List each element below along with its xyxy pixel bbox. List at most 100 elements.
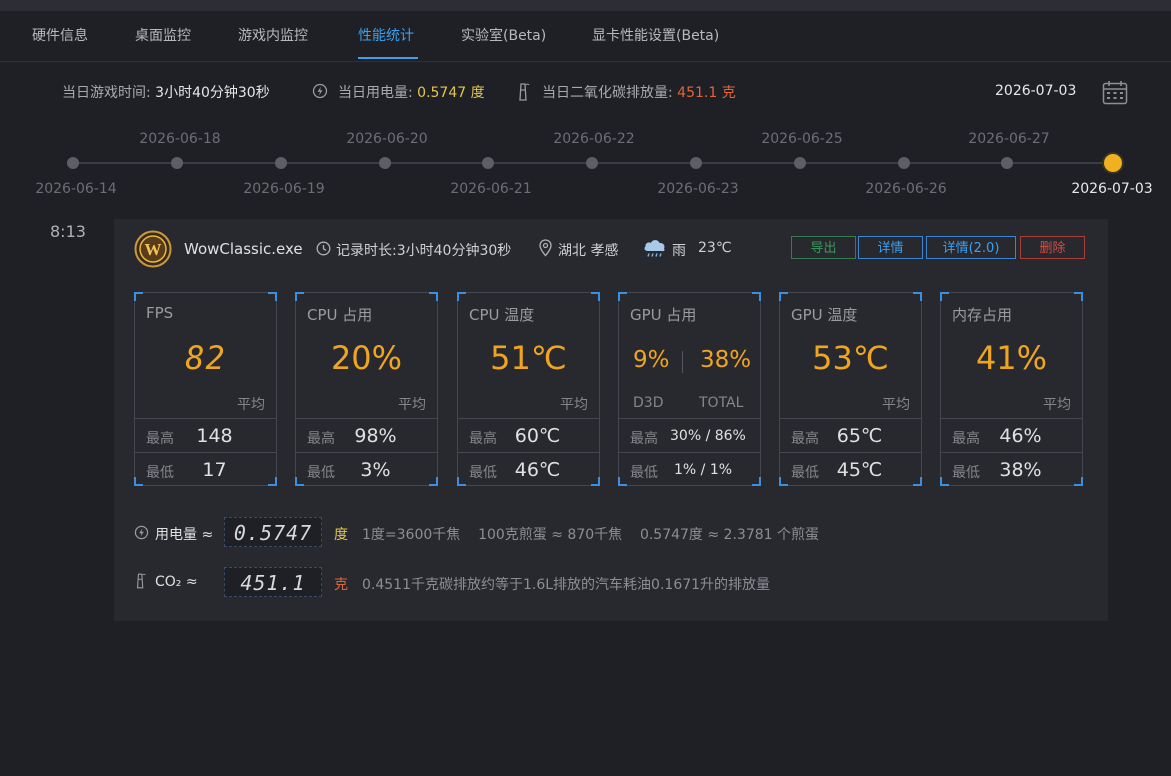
avg-label: 平均 [882, 397, 910, 413]
rain-cloud-icon [644, 240, 665, 257]
bolt-icon [312, 83, 328, 99]
avg-label: 平均 [398, 397, 426, 413]
gpu-temp-min-value: 45℃ [836, 459, 883, 481]
co2-summary: 当日二氧化碳排放量: 451.1 克 [542, 82, 736, 102]
weather-condition: 雨 [672, 243, 686, 259]
session-start-time: 8:13 [50, 222, 86, 241]
timeline-dot[interactable] [275, 157, 287, 169]
game-logo-icon: W [134, 230, 172, 268]
cpu-temp-title: CPU 温度 [469, 306, 535, 324]
gpu-usage-max-value: 30% / 86% [670, 428, 746, 444]
gpu-temp-avg-value: 53℃ [812, 339, 889, 377]
co2-value: 451.1 克 [677, 85, 736, 101]
play-time-value: 3小时40分钟30秒 [155, 85, 270, 101]
tab-desktop-monitor[interactable]: 桌面监控 [135, 25, 191, 45]
power-summary: 当日用电量: 0.5747 度 [338, 82, 485, 102]
avg-label: 平均 [1043, 397, 1071, 413]
fps-max-value: 148 [196, 425, 233, 447]
gpu-temp-max-value: 65℃ [836, 425, 883, 447]
timeline-date-label[interactable]: 2026-06-23 [657, 181, 738, 197]
timeline-date-label-selected[interactable]: 2026-07-03 [1071, 181, 1152, 197]
co2-label: 当日二氧化碳排放量: [542, 85, 673, 101]
gpu-usage-title: GPU 占用 [630, 306, 697, 324]
memory-usage-avg-value: 41% [975, 339, 1048, 377]
timeline-date-label[interactable]: 2026-06-20 [346, 131, 427, 147]
bolt-icon [134, 525, 149, 540]
gpu-usage-split: 9% 38% [619, 347, 760, 383]
co2-note: 0.4511千克碳排放约等于1.6L排放的汽车耗油0.1671升的排放量 [362, 577, 771, 593]
gpu-temp-panel: GPU 温度 53℃ 平均 最高 65℃ 最低 45℃ [779, 292, 922, 486]
timeline-dot[interactable] [586, 157, 598, 169]
tab-performance-stats[interactable]: 性能统计 [358, 25, 414, 45]
timeline-dot[interactable] [67, 157, 79, 169]
co2-lcd-display: 451.1 [224, 567, 322, 597]
gpu-d3d-avg-value: 9% [633, 347, 670, 373]
timeline-date-label[interactable]: 2026-06-27 [968, 131, 1049, 147]
timeline-dot[interactable] [690, 157, 702, 169]
power-value: 0.5747 度 [417, 85, 485, 101]
calendar-icon[interactable] [1102, 80, 1128, 105]
avg-label: 平均 [237, 397, 265, 413]
timeline-dot[interactable] [171, 157, 183, 169]
location-pin-icon [539, 239, 552, 257]
play-time-label: 当日游戏时间: [62, 85, 151, 101]
min-label: 最低 [630, 465, 658, 481]
timeline-dot[interactable] [898, 157, 910, 169]
co2-unit: 克 [334, 577, 348, 593]
timeline-dot[interactable] [1001, 157, 1013, 169]
detail-button[interactable]: 详情 [858, 236, 923, 259]
tab-hardware-info[interactable]: 硬件信息 [32, 25, 88, 45]
timeline-date-label[interactable]: 2026-06-25 [761, 131, 842, 147]
gpu-total-label: TOTAL [699, 395, 744, 411]
delete-button[interactable]: 删除 [1020, 236, 1085, 259]
memory-usage-title: 内存占用 [952, 306, 1013, 324]
cpu-temp-max-value: 60℃ [514, 425, 561, 447]
app-name: WowClassic.exe [184, 240, 303, 258]
timeline-dot-selected[interactable] [1106, 156, 1120, 170]
co2-lcd-value: 451.1 [240, 571, 306, 595]
tab-gpu-settings[interactable]: 显卡性能设置(Beta) [592, 25, 719, 45]
timeline-date-label[interactable]: 2026-06-18 [139, 131, 220, 147]
cpu-temp-panel: CPU 温度 51℃ 平均 最高 60℃ 最低 46℃ [457, 292, 600, 486]
gpu-d3d-label: D3D [633, 395, 664, 411]
timeline-dot[interactable] [794, 157, 806, 169]
timeline-date-label[interactable]: 2026-06-26 [865, 181, 946, 197]
gpu-usage-panel: GPU 占用 9% 38% D3D TOTAL 最高 30% / 86% 最低 … [618, 292, 761, 486]
tab-lab[interactable]: 实验室(Beta) [461, 25, 546, 45]
active-tab-indicator [358, 57, 418, 59]
gpu-temp-title: GPU 温度 [791, 306, 858, 324]
co2-estimate-label: CO₂ ≈ [155, 574, 198, 590]
power-lcd-value: 0.5747 [233, 521, 313, 545]
export-button[interactable]: 导出 [791, 236, 856, 259]
factory-chimney-icon [519, 83, 530, 101]
weather-temperature: 23℃ [698, 240, 732, 256]
timeline-date-label[interactable]: 2026-06-14 [35, 181, 116, 197]
factory-chimney-icon [136, 573, 146, 589]
tab-ingame-monitor[interactable]: 游戏内监控 [238, 25, 308, 45]
detail-v2-button[interactable]: 详情(2.0) [926, 236, 1016, 259]
fps-avg-value: 82 [185, 339, 226, 377]
cpu-usage-title: CPU 占用 [307, 306, 373, 324]
timeline-date-label[interactable]: 2026-06-22 [553, 131, 634, 147]
power-label: 当日用电量: [338, 85, 413, 101]
cpu-temp-avg-value: 51℃ [490, 339, 567, 377]
memory-usage-max-value: 46% [999, 425, 1042, 447]
cpu-usage-avg-value: 20% [330, 339, 403, 377]
session-duration: 记录时长:3小时40分钟30秒 [336, 243, 512, 259]
power-unit: 度 [334, 527, 348, 543]
timeline-dot[interactable] [379, 157, 391, 169]
power-lcd-display: 0.5747 [224, 517, 322, 547]
fps-title: FPS [146, 304, 174, 322]
timeline-date-label[interactable]: 2026-06-21 [450, 181, 531, 197]
clock-icon [316, 241, 331, 256]
timeline-date-label[interactable]: 2026-06-19 [243, 181, 324, 197]
timeline-dot[interactable] [482, 157, 494, 169]
power-estimate-label: 用电量 ≈ [155, 527, 214, 543]
memory-usage-min-value: 38% [999, 459, 1042, 481]
top-strip [0, 0, 1171, 11]
cpu-temp-min-value: 46℃ [514, 459, 561, 481]
current-date: 2026-07-03 [995, 83, 1077, 99]
fps-panel: FPS 82 平均 最高 148 最低 17 [134, 292, 277, 486]
power-note: 1度=3600千焦 100克煎蛋 ≈ 870千焦 0.5747度 ≈ 2.378… [362, 527, 819, 543]
gpu-usage-min-value: 1% / 1% [674, 462, 733, 478]
